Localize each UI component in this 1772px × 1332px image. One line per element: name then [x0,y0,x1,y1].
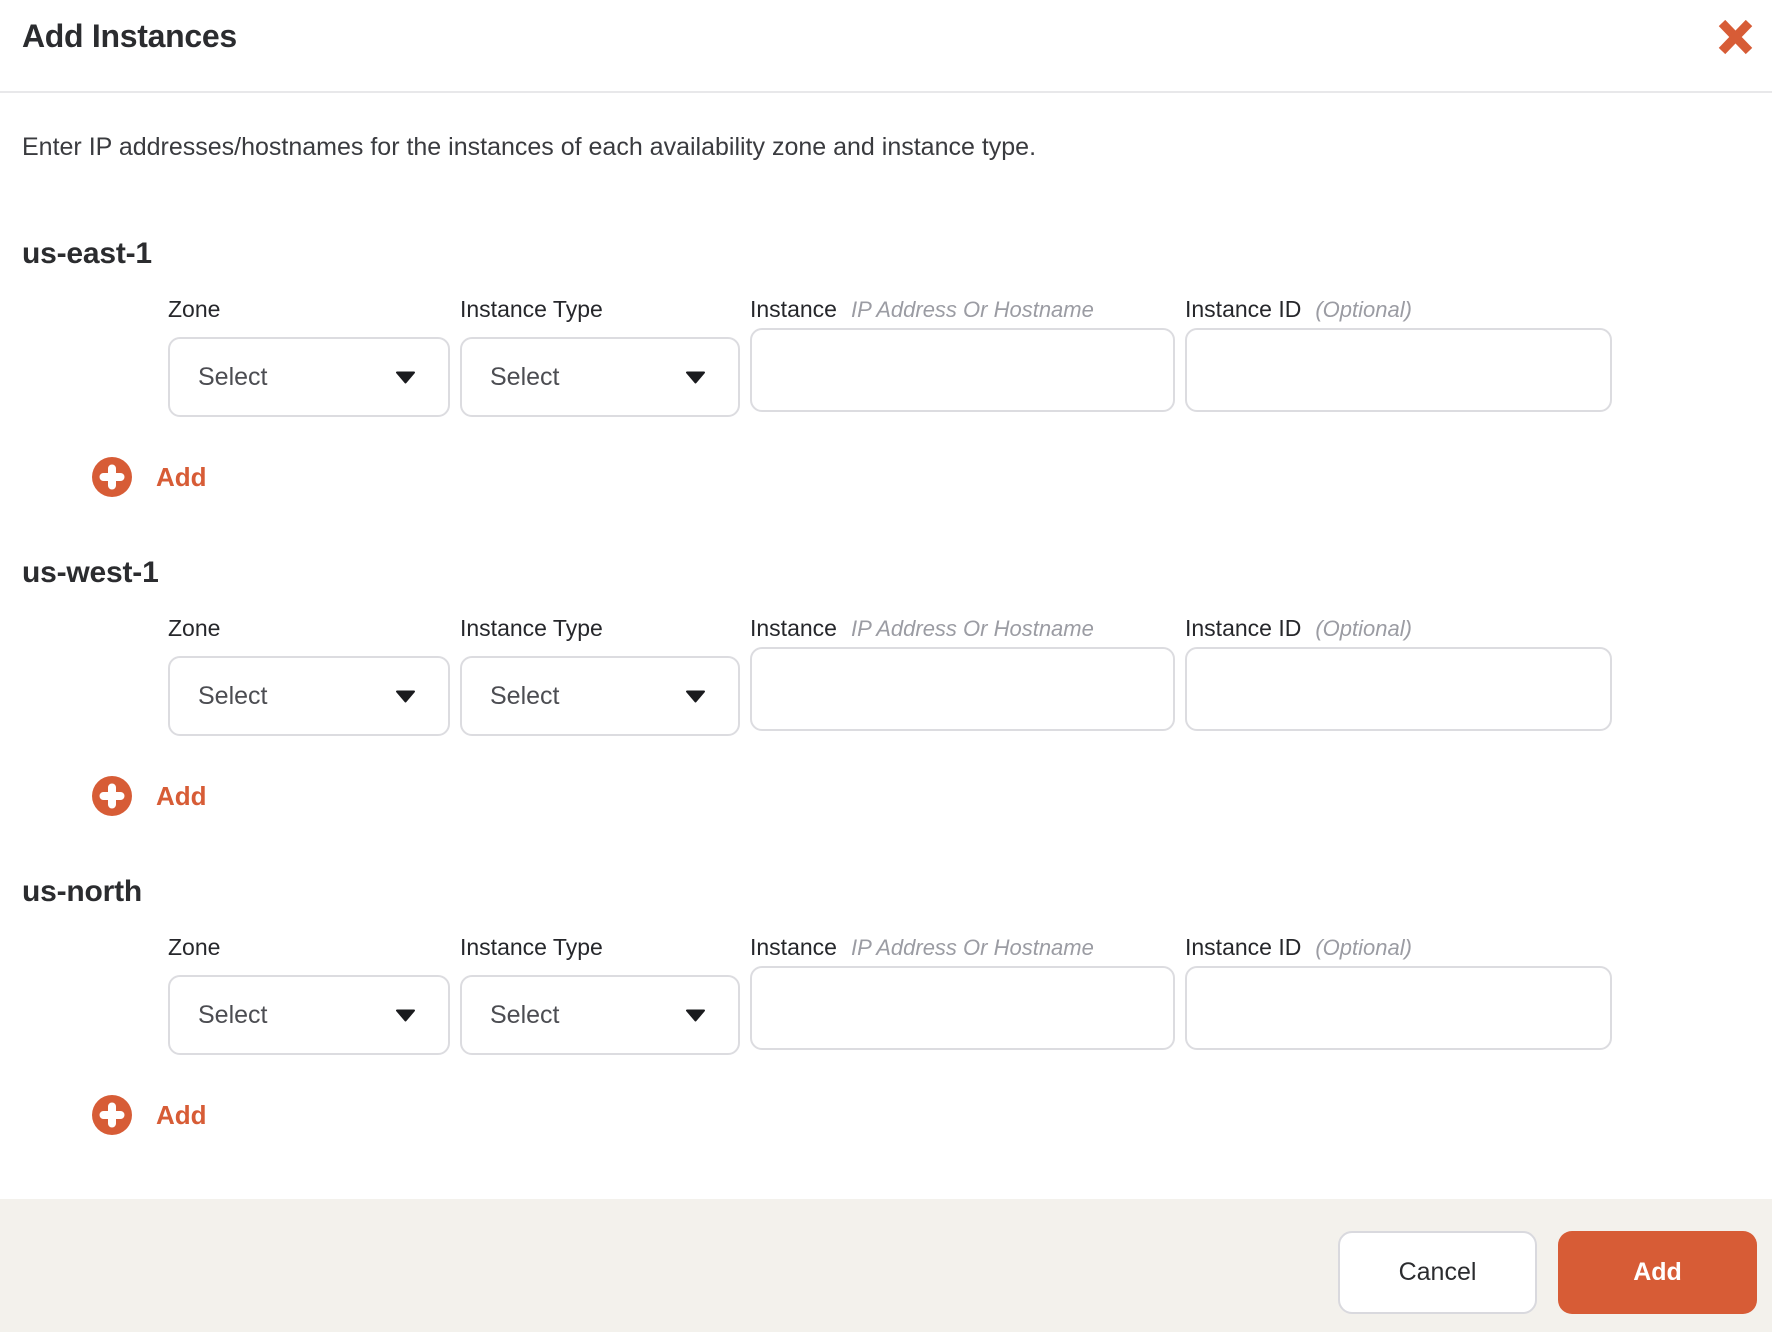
zone-select[interactable]: Select [168,656,450,736]
instance-type-label: Instance Type [460,296,603,322]
instance-hint: IP Address Or Hostname [850,297,1094,322]
chevron-down-icon [685,371,706,384]
instance-hint: IP Address Or Hostname [850,616,1094,641]
zone-label: Zone [168,615,221,641]
instance-id-label: Instance ID [1185,934,1302,960]
section-title: us-west-1 [22,556,159,589]
zone-select[interactable]: Select [168,337,450,417]
add-row-label: Add [156,1099,207,1130]
instance-hint: IP Address Or Hostname [850,935,1094,960]
instance-type-column: Instance Type Select [460,295,740,417]
instance-type-select[interactable]: Select [460,975,740,1055]
add-instance-row-button[interactable]: Add [92,776,207,816]
instance-id-hint: (Optional) [1315,616,1412,641]
zone-column: Zone Select [168,614,450,736]
instance-type-select-value: Select [490,362,560,391]
add-instance-row-button[interactable]: Add [92,1095,207,1135]
zone-section: us-west-1 Zone Select Instance Type Sele… [22,554,1750,816]
instance-id-hint: (Optional) [1315,935,1412,960]
instance-type-select[interactable]: Select [460,337,740,417]
section-title: us-east-1 [22,237,152,270]
zone-label: Zone [168,934,221,960]
instance-type-select-value: Select [490,1000,560,1029]
instance-id-column: Instance ID (Optional) [1185,933,1612,1055]
instance-label: Instance [750,296,837,322]
zone-section: us-east-1 Zone Select Instance Type Sele… [22,235,1750,497]
instance-id-column: Instance ID (Optional) [1185,614,1612,736]
modal-footer: Cancel Add [0,1199,1772,1332]
zone-label: Zone [168,296,221,322]
x-icon [1717,19,1753,55]
instance-type-label: Instance Type [460,934,603,960]
modal-content: Enter IP addresses/hostnames for the ins… [0,93,1772,1199]
instance-type-column: Instance Type Select [460,614,740,736]
zone-column: Zone Select [168,295,450,417]
plus-circle-icon [92,776,132,816]
instance-type-select-value: Select [490,681,560,710]
instance-input[interactable] [750,328,1175,412]
instance-column: Instance IP Address Or Hostname [750,614,1175,736]
chevron-down-icon [395,690,416,703]
add-row-label: Add [156,780,207,811]
modal-description: Enter IP addresses/hostnames for the ins… [22,133,1037,161]
plus-circle-icon [92,1095,132,1135]
instance-id-label: Instance ID [1185,615,1302,641]
zone-select[interactable]: Select [168,975,450,1055]
add-instance-row-button[interactable]: Add [92,457,207,497]
zone-column: Zone Select [168,933,450,1055]
chevron-down-icon [395,1009,416,1022]
instance-label: Instance [750,615,837,641]
zone-select-value: Select [198,362,268,391]
instance-type-select[interactable]: Select [460,656,740,736]
zone-select-value: Select [198,681,268,710]
add-button[interactable]: Add [1558,1231,1757,1314]
instance-id-input[interactable] [1185,647,1612,731]
cancel-button[interactable]: Cancel [1338,1231,1537,1314]
instance-id-input[interactable] [1185,328,1612,412]
add-row-label: Add [156,461,207,492]
instance-id-column: Instance ID (Optional) [1185,295,1612,417]
instance-input[interactable] [750,966,1175,1050]
close-button[interactable] [1710,12,1760,62]
instance-column: Instance IP Address Or Hostname [750,295,1175,417]
modal-header: Add Instances [0,0,1772,93]
zone-section: us-north Zone Select Instance Type Selec… [22,873,1750,1135]
fields-row: Zone Select Instance Type Select Instanc… [168,614,1750,736]
instance-id-input[interactable] [1185,966,1612,1050]
section-title: us-north [22,875,143,908]
fields-row: Zone Select Instance Type Select Instanc… [168,295,1750,417]
fields-row: Zone Select Instance Type Select Instanc… [168,933,1750,1055]
instance-column: Instance IP Address Or Hostname [750,933,1175,1055]
instance-type-column: Instance Type Select [460,933,740,1055]
chevron-down-icon [395,371,416,384]
chevron-down-icon [685,690,706,703]
chevron-down-icon [685,1009,706,1022]
instance-id-hint: (Optional) [1315,297,1412,322]
instance-id-label: Instance ID [1185,296,1302,322]
instance-label: Instance [750,934,837,960]
instance-input[interactable] [750,647,1175,731]
modal-title: Add Instances [22,18,237,54]
plus-circle-icon [92,457,132,497]
zone-select-value: Select [198,1000,268,1029]
instance-type-label: Instance Type [460,615,603,641]
